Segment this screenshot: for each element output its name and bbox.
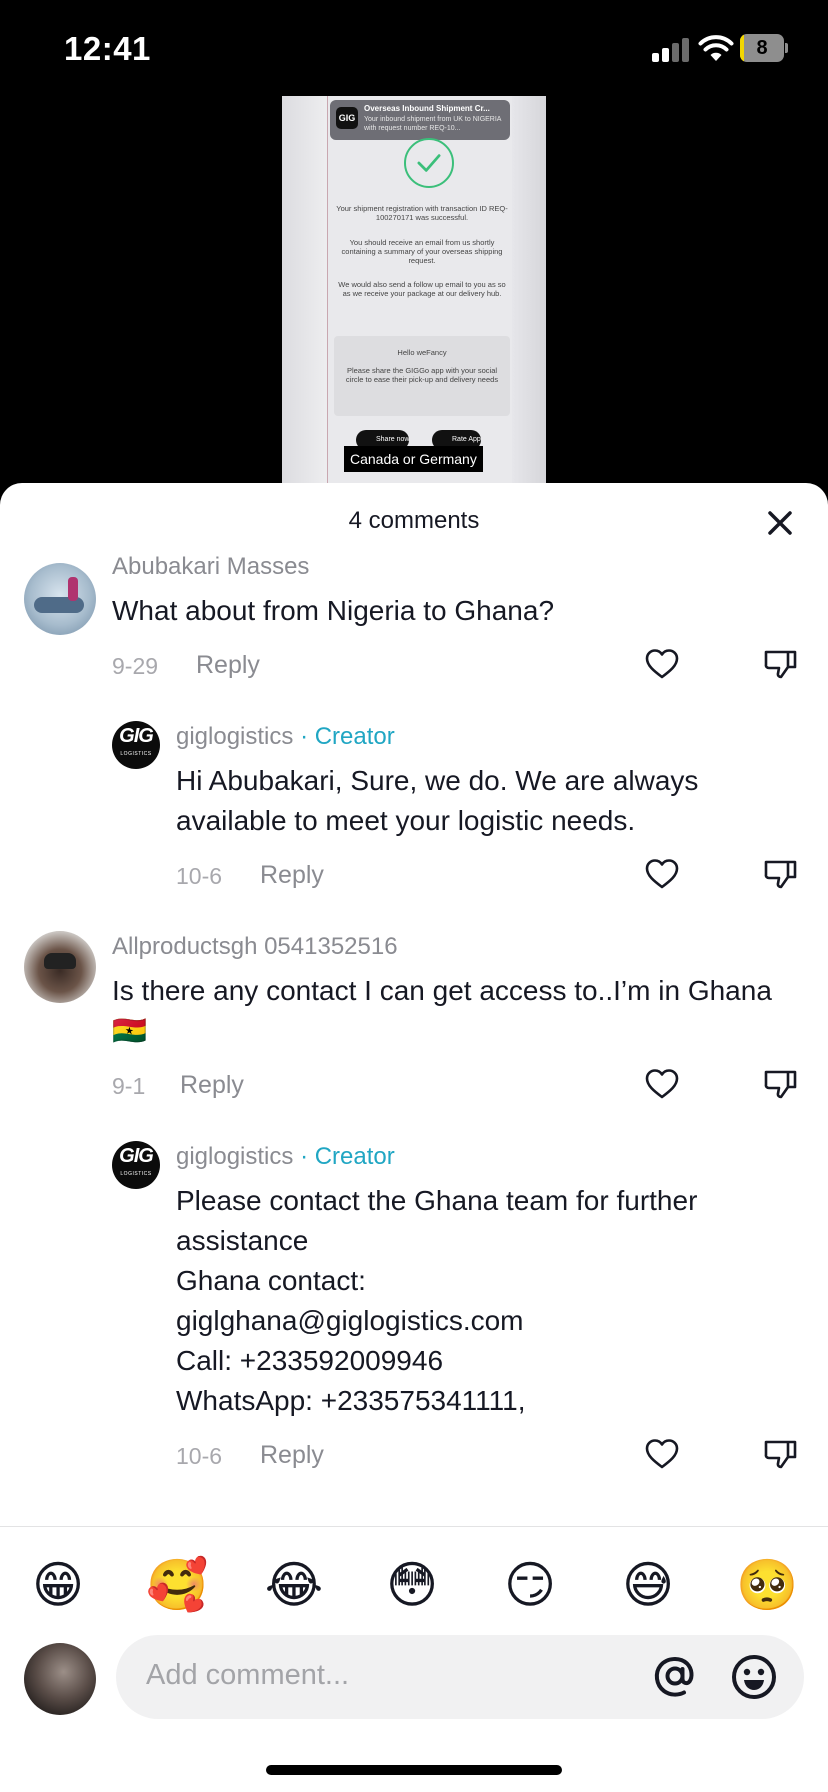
comment-line: WhatsApp: +233575341111, bbox=[176, 1385, 526, 1416]
creator-badge: · Creator bbox=[300, 1143, 395, 1170]
comment-username[interactable]: giglogistics · Creator bbox=[176, 1143, 395, 1171]
notification-title: Overseas Inbound Shipment Cr... bbox=[364, 104, 490, 113]
at-icon[interactable] bbox=[652, 1653, 698, 1699]
battery-icon: 8 bbox=[740, 34, 788, 62]
emoji-flushed[interactable]: 😳 bbox=[382, 1555, 442, 1615]
status-time: 12:41 bbox=[64, 30, 151, 67]
success-text: Your shipment registration with transact… bbox=[336, 204, 508, 222]
comment-line: Ghana contact: bbox=[176, 1265, 366, 1296]
home-indicator bbox=[266, 1765, 562, 1775]
card-text: Please share the GIGGo app with your soc… bbox=[345, 366, 499, 384]
smiley-icon[interactable] bbox=[730, 1653, 778, 1701]
my-avatar bbox=[24, 1643, 96, 1715]
comment-date: 10-6 bbox=[176, 1443, 223, 1469]
avatar[interactable]: GIG LOGISTICS bbox=[112, 1141, 160, 1189]
wifi-icon bbox=[698, 35, 734, 61]
thumbs-down-icon[interactable] bbox=[762, 1436, 798, 1472]
video-right-panel bbox=[512, 96, 546, 486]
video-notification: GIG Overseas Inbound Shipment Cr... Your… bbox=[330, 100, 510, 140]
reply-button[interactable]: Reply bbox=[260, 1441, 324, 1470]
comment-line: Please contact the Ghana team for furthe… bbox=[176, 1185, 698, 1216]
comment-line: assistance bbox=[176, 1225, 309, 1256]
video-preview[interactable]: GIG Overseas Inbound Shipment Cr... Your… bbox=[282, 96, 546, 486]
comment-line: giglghana@giglogistics.com bbox=[176, 1305, 524, 1336]
followup-text: We would also send a follow up email to … bbox=[338, 280, 506, 298]
card-greeting: Hello weFancy bbox=[397, 348, 447, 357]
notification-body: Your inbound shipment from UK to NIGERIA… bbox=[364, 116, 502, 132]
email-text: You should receive an email from us shor… bbox=[341, 238, 503, 265]
emoji-sweat-smile[interactable]: 😅 bbox=[618, 1555, 678, 1615]
emoji-smirk[interactable]: 😏 bbox=[500, 1555, 560, 1615]
comment-text: Please contact the Ghana team for furthe… bbox=[176, 1181, 796, 1421]
heart-outline-icon[interactable] bbox=[644, 1436, 680, 1472]
video-caption: Canada or Germany bbox=[344, 446, 483, 472]
battery-level: 8 bbox=[756, 37, 768, 59]
cellular-signal-icon bbox=[652, 36, 690, 62]
comment-input[interactable]: Add comment... bbox=[116, 1635, 804, 1719]
gig-logo: GIG bbox=[336, 107, 358, 129]
divider bbox=[0, 1526, 828, 1527]
video-left-panel bbox=[282, 96, 328, 486]
success-check-icon bbox=[404, 138, 454, 188]
comment-line: Call: +233592009946 bbox=[176, 1345, 444, 1376]
emoji-grin[interactable]: 😁 bbox=[28, 1555, 88, 1615]
username-text: giglogistics bbox=[176, 1143, 294, 1170]
share-card: Hello weFancy Please share the GIGGo app… bbox=[334, 336, 510, 416]
emoji-hearts[interactable]: 🥰 bbox=[146, 1555, 208, 1615]
comment-input-placeholder: Add comment... bbox=[146, 1659, 350, 1691]
gig-logo: GIG bbox=[119, 1145, 154, 1167]
gig-logo-sub: LOGISTICS bbox=[120, 1171, 152, 1177]
emoji-joy[interactable]: 😂 bbox=[264, 1555, 324, 1615]
comment-reply-item: GIG LOGISTICS giglogistics · Creator Ple… bbox=[0, 483, 828, 1483]
status-bar: 12:41 8 bbox=[0, 0, 828, 100]
emoji-pleading[interactable]: 🥺 bbox=[736, 1555, 798, 1615]
comments-sheet: 4 comments Abubakari Masses What about f… bbox=[0, 483, 828, 1792]
